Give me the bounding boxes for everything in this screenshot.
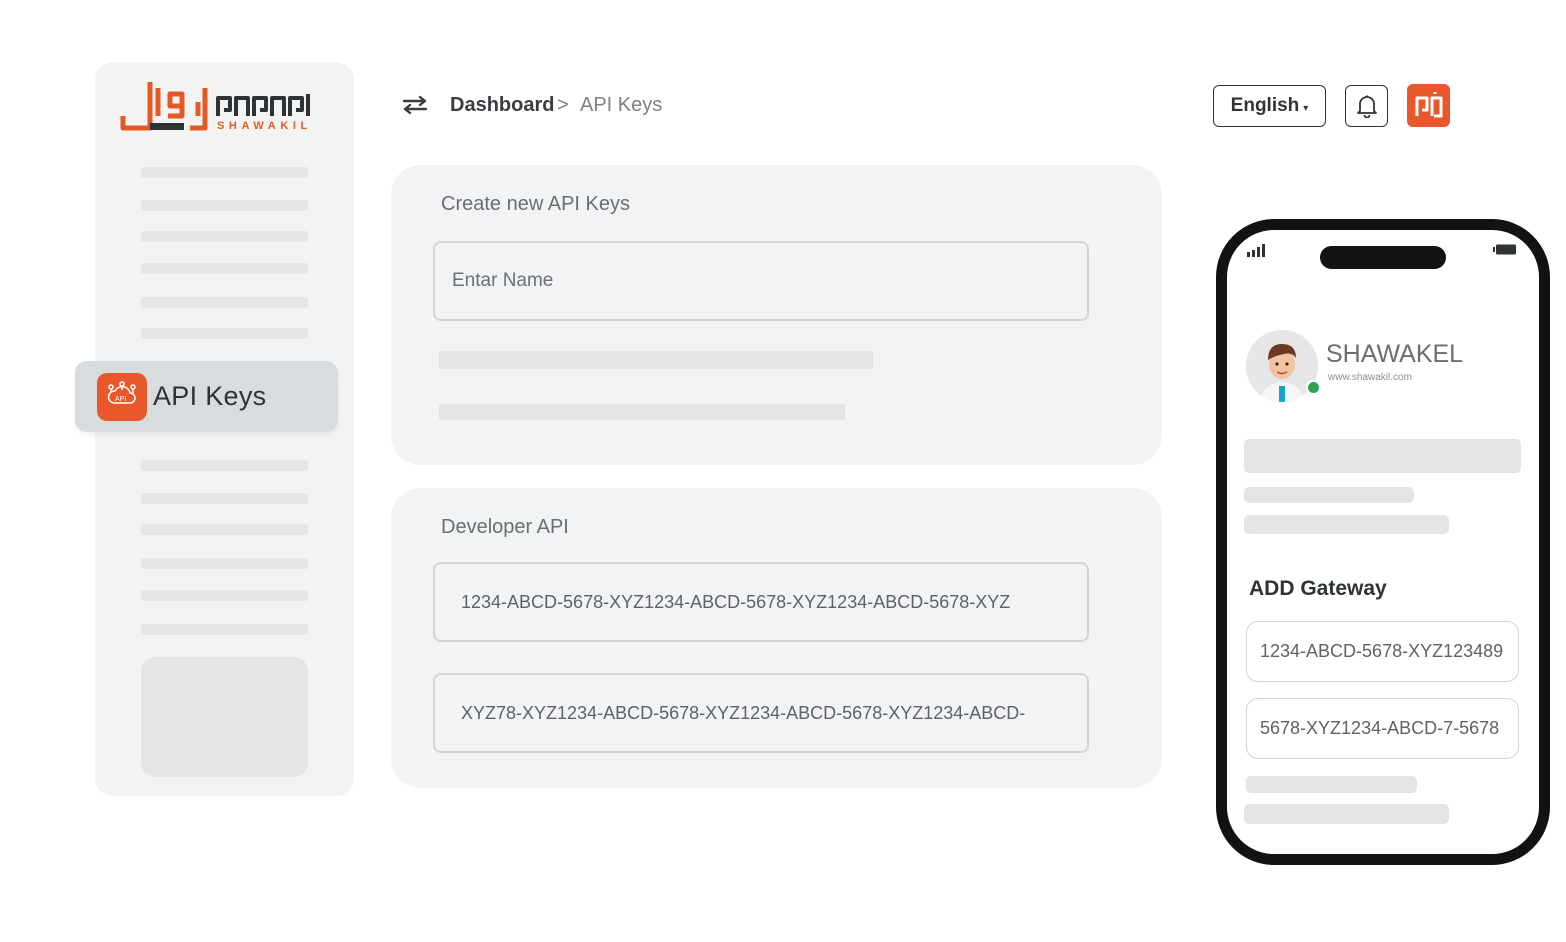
breadcrumb-separator: > — [557, 94, 569, 116]
gateway-title: ADD Gateway — [1249, 577, 1387, 600]
text-placeholder — [1244, 515, 1449, 534]
gateway-field[interactable]: 5678-XYZ1234-ABCD-7-5678 — [1246, 698, 1519, 759]
notifications-button[interactable] — [1345, 85, 1388, 127]
sidebar-item-placeholder[interactable] — [141, 524, 308, 535]
sidebar-item-placeholder[interactable] — [141, 297, 308, 308]
sidebar-item-placeholder[interactable] — [141, 231, 308, 242]
developer-api-card: Developer API 1234-ABCD-5678-XYZ1234-ABC… — [391, 488, 1162, 788]
api-key-field[interactable]: XYZ78-XYZ1234-ABCD-5678-XYZ1234-ABCD-567… — [433, 673, 1089, 753]
sidebar-item-placeholder[interactable] — [141, 558, 308, 569]
text-placeholder — [1244, 804, 1449, 824]
breadcrumb-current: API Keys — [580, 94, 663, 116]
sidebar-item-placeholder[interactable] — [141, 624, 308, 635]
sidebar-item-label: API Keys — [153, 381, 267, 411]
sidebar-item-api-keys[interactable]: API API Keys — [75, 361, 338, 432]
gateway-field[interactable]: 1234-ABCD-5678-XYZ123489 — [1246, 621, 1519, 682]
text-placeholder — [439, 351, 873, 369]
name-input[interactable] — [435, 270, 1087, 292]
text-placeholder — [1246, 776, 1417, 793]
breadcrumb-dashboard[interactable]: Dashboard — [450, 94, 554, 117]
phone-notch — [1320, 246, 1446, 269]
battery-icon — [1493, 244, 1516, 255]
api-key-value[interactable]: 1234-ABCD-5678-XYZ1234-ABCD-5678-XYZ1234… — [435, 592, 1010, 613]
check-badge-icon — [1306, 380, 1321, 395]
signal-icon — [1247, 244, 1265, 257]
logo-brand-text: SHAWAKIL — [217, 120, 312, 132]
api-cloud-icon: API — [97, 372, 147, 421]
card-title: Developer API — [441, 516, 569, 538]
sidebar-item-placeholder[interactable] — [141, 493, 308, 504]
svg-text:API: API — [115, 396, 126, 403]
phone-frame — [1216, 219, 1550, 865]
language-label: English — [1230, 95, 1300, 116]
chevron-down-icon: ▾ — [1303, 102, 1309, 114]
sidebar-item-placeholder[interactable] — [141, 460, 308, 471]
card-title: Create new API Keys — [441, 193, 630, 215]
profile-name: SHAWAKEL — [1326, 340, 1464, 368]
profile-brand-button[interactable] — [1407, 84, 1450, 127]
create-api-keys-card: Create new API Keys — [391, 165, 1162, 465]
swap-arrows-icon[interactable] — [401, 95, 429, 115]
sidebar-item-placeholder[interactable] — [141, 590, 308, 601]
shawakil-logo-icon — [1415, 91, 1442, 117]
text-placeholder — [1244, 487, 1414, 503]
api-key-value[interactable]: XYZ78-XYZ1234-ABCD-5678-XYZ1234-ABCD-567… — [435, 703, 1025, 724]
api-key-field[interactable]: 1234-ABCD-5678-XYZ1234-ABCD-5678-XYZ1234… — [433, 562, 1089, 642]
language-select[interactable]: English ▾ — [1213, 85, 1326, 127]
text-placeholder — [439, 404, 845, 420]
bell-icon — [1356, 95, 1377, 118]
name-field[interactable] — [433, 241, 1089, 321]
sidebar-item-placeholder[interactable] — [141, 263, 308, 274]
profile-url[interactable]: www.shawakil.com — [1328, 372, 1412, 383]
sidebar-item-placeholder[interactable] — [141, 200, 308, 211]
sidebar-promo-placeholder — [141, 657, 308, 777]
content-placeholder — [1244, 439, 1521, 473]
sidebar-item-placeholder[interactable] — [141, 328, 308, 339]
sidebar-item-placeholder[interactable] — [141, 167, 308, 178]
